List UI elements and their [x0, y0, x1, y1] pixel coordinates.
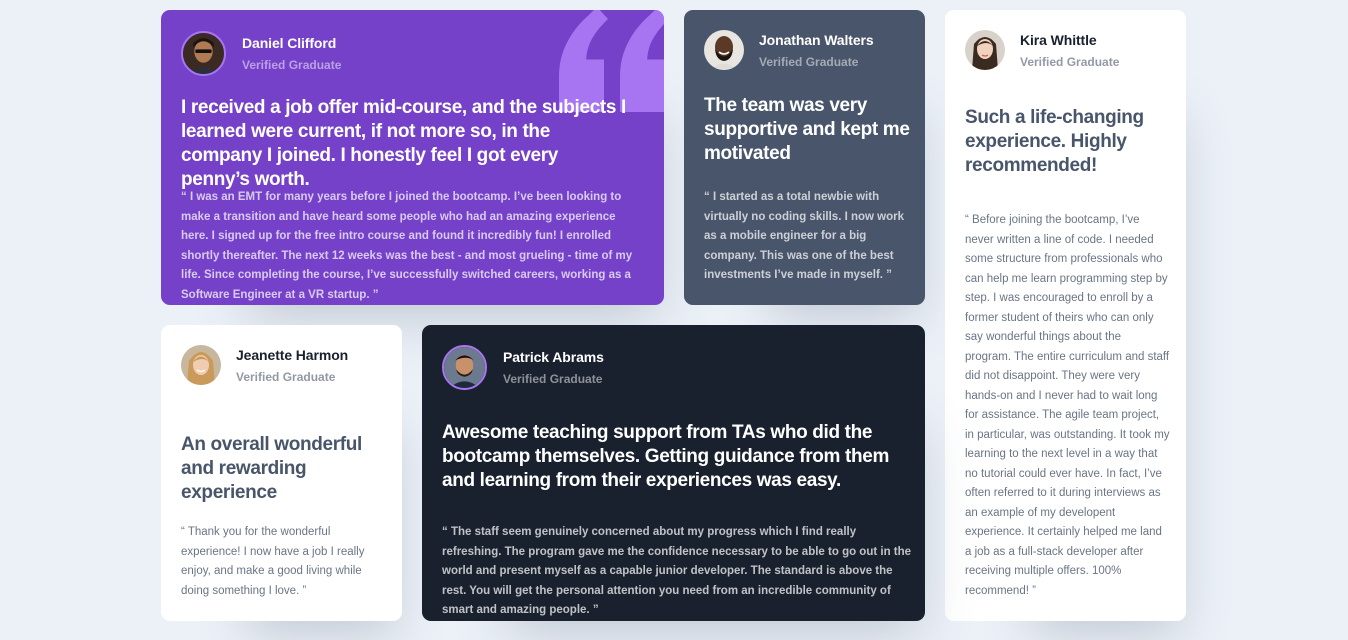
- testimonial-headline: The team was very supportive and kept me…: [704, 95, 910, 164]
- author-name: Patrick Abrams: [503, 349, 604, 365]
- card-header: Daniel Clifford Verified Graduate: [181, 31, 341, 76]
- testimonial-quote: “ Thank you for the wonderful experience…: [181, 526, 365, 597]
- author-name: Jeanette Harmon: [236, 346, 349, 363]
- testimonial-card-jonathan-walters: Jonathan Walters Verified Graduate The t…: [684, 10, 925, 305]
- author-name: Daniel Clifford: [242, 35, 337, 51]
- testimonial-headline: Awesome teaching support from TAs who di…: [442, 422, 890, 491]
- avatar-jeanette-icon: [181, 345, 221, 385]
- author-status: Verified Graduate: [1020, 54, 1120, 69]
- testimonial-card-patrick-abrams: Patrick Abrams Verified Graduate Awesome…: [422, 325, 925, 621]
- author-status: Verified Graduate: [503, 372, 603, 386]
- author-name: Jonathan Walters: [759, 31, 874, 48]
- avatar-kira-icon: [965, 30, 1005, 70]
- testimonial-headline: An overall wonderful and rewarding exper…: [181, 434, 362, 503]
- testimonial-headline: I received a job offer mid-course, and t…: [181, 97, 626, 190]
- card-header: Jonathan Walters Verified Graduate: [704, 30, 874, 70]
- avatar-jonathan-icon: [704, 30, 744, 70]
- author-status: Verified Graduate: [242, 58, 342, 72]
- author-name: Kira Whittle: [1020, 31, 1097, 48]
- testimonial-quote: “ Before joining the bootcamp, I’ve neve…: [965, 214, 1170, 597]
- card-header: Patrick Abrams Verified Graduate: [442, 345, 604, 390]
- author-status: Verified Graduate: [236, 369, 336, 384]
- testimonial-headline: Such a life-changing experience. Highly …: [965, 107, 1144, 176]
- avatar-patrick-icon: [442, 345, 487, 390]
- card-header: Jeanette Harmon Verified Graduate: [181, 345, 348, 385]
- testimonial-card-daniel-clifford: Daniel Clifford Verified Graduate I rece…: [161, 10, 664, 305]
- testimonial-card-kira-whittle: Kira Whittle Verified Graduate Such a li…: [945, 10, 1186, 621]
- testimonial-quote: “ The staff seem genuinely concerned abo…: [442, 526, 912, 616]
- testimonial-card-jeanette-harmon: Jeanette Harmon Verified Graduate An ove…: [161, 325, 402, 621]
- card-header: Kira Whittle Verified Graduate: [965, 30, 1119, 70]
- testimonial-quote: “ I started as a total newbie with virtu…: [704, 191, 905, 281]
- author-status: Verified Graduate: [759, 54, 859, 69]
- testimonial-quote: “ I was an EMT for many years before I j…: [181, 191, 633, 301]
- avatar-daniel-icon: [181, 31, 226, 76]
